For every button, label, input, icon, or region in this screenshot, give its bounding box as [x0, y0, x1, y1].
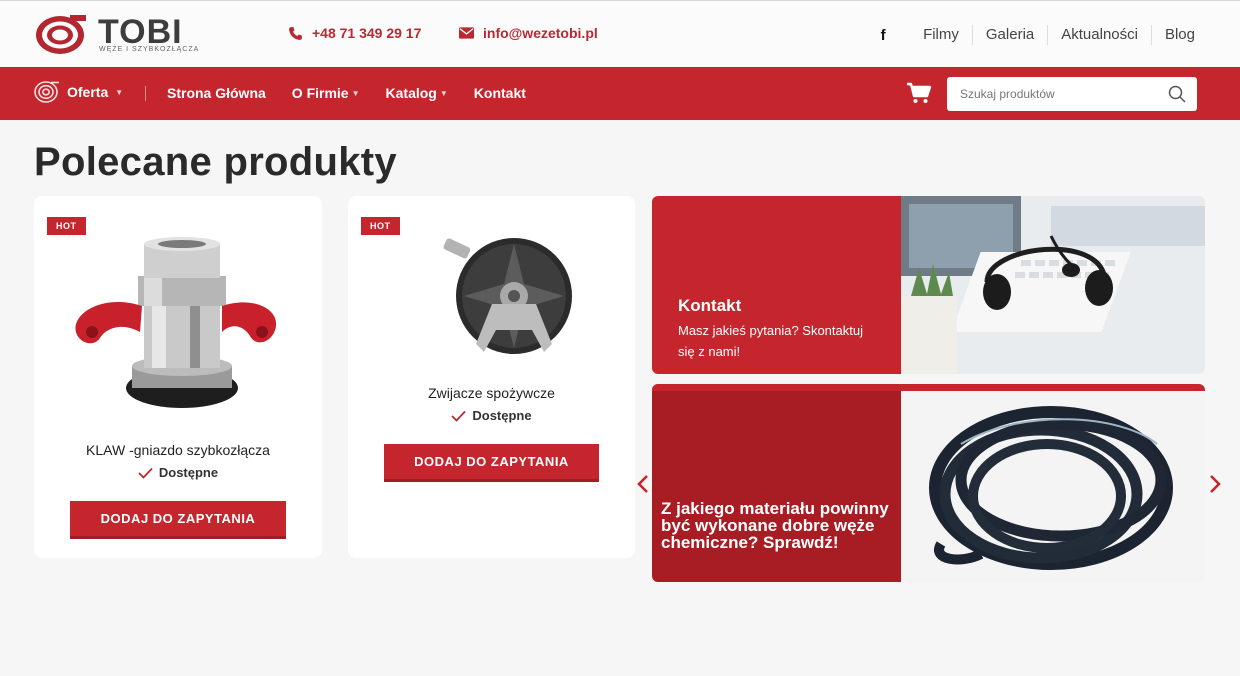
phone-number: +48 71 349 29 17: [312, 25, 422, 41]
phone-link[interactable]: +48 71 349 29 17: [288, 25, 421, 41]
top-link-blog[interactable]: Blog: [1150, 25, 1208, 45]
nav-item-o-firmie[interactable]: O Firmie ▼: [292, 85, 360, 101]
nav-item-label: Strona Główna: [167, 85, 266, 101]
top-bar: TOBI WĘŻE I SZYBKOZŁĄCZA +48 71 349 29 1…: [0, 0, 1240, 67]
email-address: info@wezetobi.pl: [483, 25, 598, 41]
add-to-inquiry-button[interactable]: DODAJ DO ZAPYTANIA: [70, 501, 286, 539]
chevron-down-icon: ▼: [351, 88, 360, 98]
email-link[interactable]: info@wezetobi.pl: [459, 25, 598, 41]
logo[interactable]: TOBI WĘŻE I SZYBKOZŁĄCZA: [34, 13, 204, 57]
page-title: Polecane produkty: [34, 140, 397, 184]
nav-item-label: Kontakt: [473, 85, 526, 101]
promo-panel: Z jakiego materiału powinny być wykonane…: [652, 384, 901, 582]
promo-title: Z jakiego materiału powinny być wykonane…: [661, 499, 889, 552]
search-input[interactable]: [947, 77, 1147, 111]
availability-label: Dostępne: [158, 465, 219, 480]
product-card[interactable]: HOT Zwijacze spożywcze Dostępne DODAJ DO…: [348, 196, 635, 558]
logo-tagline: WĘŻE I SZYBKOZŁĄCZA: [99, 46, 200, 53]
hot-badge: HOT: [361, 217, 400, 235]
headset-photo: [901, 196, 1205, 374]
top-links: f Filmy Galeria Aktualności Blog: [872, 24, 1208, 46]
chevron-left-icon[interactable]: [636, 474, 650, 494]
product-image-hose-reel[interactable]: [436, 234, 586, 364]
product-name[interactable]: KLAW -gniazdo szybkozłącza: [34, 442, 322, 458]
product-name[interactable]: Zwijacze spożywcze: [348, 385, 635, 401]
product-card[interactable]: HOT KLAW -gniazdo szybkozłącza Dostępne …: [34, 196, 322, 558]
nav-item-kontakt[interactable]: Kontakt: [474, 85, 526, 101]
availability-label: Dostępne: [472, 408, 532, 423]
top-link-aktualnosci[interactable]: Aktualności: [1047, 25, 1151, 45]
promo-banner-article[interactable]: Z jakiego materiału powinny być wykonane…: [652, 384, 1205, 582]
availability-status: Dostępne: [348, 408, 635, 423]
add-to-inquiry-button[interactable]: DODAJ DO ZAPYTANIA: [384, 444, 599, 482]
nav-divider: [145, 86, 146, 101]
check-icon: [138, 467, 153, 479]
check-icon: [451, 410, 467, 422]
main-nav: Oferta ▼ Strona Główna O Firmie ▼ Katalog…: [0, 67, 1240, 120]
hose-icon: [34, 81, 59, 103]
phone-icon: [289, 26, 302, 40]
nav-item-katalog[interactable]: Katalog ▼: [386, 85, 448, 101]
logo-icon: [36, 15, 86, 54]
promo-panel: Kontakt Masz jakieś pytania? Skontaktuj …: [652, 196, 901, 374]
promo-text: Masz jakieś pytania? Skontaktuj się z na…: [678, 323, 863, 359]
product-image-klaw[interactable]: [72, 236, 282, 416]
availability-status: Dostępne: [34, 465, 322, 480]
facebook-icon[interactable]: f: [872, 24, 894, 46]
nav-oferta-label: Oferta: [67, 84, 109, 100]
promo-stripe: [652, 384, 1205, 391]
chevron-right-icon[interactable]: [1208, 474, 1222, 494]
nav-items: Strona Główna O Firmie ▼ Katalog ▼ Kontakt: [167, 85, 526, 101]
top-link-filmy[interactable]: Filmy: [910, 25, 972, 45]
nav-item-label: Katalog: [385, 85, 437, 101]
cart-icon[interactable]: [906, 82, 932, 104]
promo-banner-contact[interactable]: Kontakt Masz jakieś pytania? Skontaktuj …: [652, 196, 1205, 374]
top-link-galeria[interactable]: Galeria: [971, 25, 1047, 45]
nav-oferta[interactable]: Oferta ▼: [34, 80, 123, 104]
promo-title: Kontakt: [678, 296, 742, 315]
nav-item-label: O Firmie: [291, 85, 349, 101]
search-icon[interactable]: [1168, 85, 1186, 103]
mail-icon: [459, 27, 474, 39]
hot-badge: HOT: [47, 217, 86, 235]
nav-item-strona-glowna[interactable]: Strona Główna: [167, 85, 266, 101]
chevron-down-icon: ▼: [439, 88, 448, 98]
search-box: [947, 77, 1197, 111]
chevron-down-icon: ▼: [115, 87, 124, 97]
chemical-hose-photo: [901, 384, 1205, 582]
